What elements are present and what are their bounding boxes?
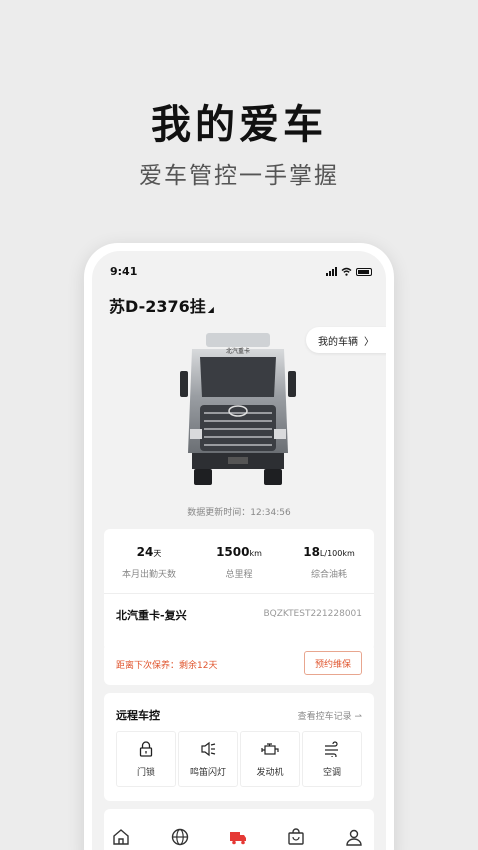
bag-icon[interactable] (286, 827, 306, 847)
vehicle-vin: BQZKTEST221228001 (263, 609, 362, 619)
control-door-lock[interactable]: 门锁 (116, 731, 176, 787)
horn-light-icon (201, 741, 216, 756)
vehicle-stats-card: 24天 本月出勤天数 1500km 总里程 18L/100km 综合油耗 北汽重… (104, 529, 374, 651)
caret-down-icon: ◢ (207, 305, 214, 314)
status-time: 9:41 (110, 265, 138, 278)
stat-attendance-days: 24天 本月出勤天数 (104, 545, 194, 580)
stat-fuel-consumption: 18L/100km 综合油耗 (284, 545, 374, 580)
my-vehicles-label: 我的车辆 (318, 336, 358, 348)
hero-subtitle: 爱车管控一手掌握 (139, 163, 339, 189)
air-conditioner-icon (325, 740, 338, 757)
chevron-right-icon: 〉 (364, 336, 374, 348)
bottom-tab-bar (104, 809, 374, 850)
battery-icon (356, 268, 372, 276)
control-horn-lights[interactable]: 鸣笛闪灯 (178, 731, 238, 787)
control-air-conditioner[interactable]: 空调 (302, 731, 362, 787)
control-engine[interactable]: 发动机 (240, 731, 300, 787)
stat-label: 综合油耗 (310, 570, 347, 580)
my-vehicles-button[interactable]: 我的车辆 〉 (306, 327, 386, 353)
vehicle-plate: 苏D-2376挂 (109, 297, 206, 316)
stat-label: 本月出勤天数 (121, 570, 176, 580)
control-label: 空调 (322, 767, 341, 778)
phone-frame: 9:41 苏D-2376挂 ◢ 我的车辆 〉 北汽重卡 数据更新时间：12:34… (84, 243, 394, 850)
truck-image: 北汽重卡 (180, 333, 296, 485)
stat-unit: L/100km (319, 549, 355, 558)
engine-icon (261, 742, 279, 755)
signal-icon (326, 267, 337, 276)
status-bar: 9:41 (92, 263, 386, 283)
control-grid: 门锁 鸣笛闪灯 发动机 空调 (116, 731, 362, 787)
book-maintenance-button[interactable]: 预约维保 (303, 651, 362, 675)
hero-title: 我的爱车 (151, 102, 327, 148)
app-screen: 9:41 苏D-2376挂 ◢ 我的车辆 〉 北汽重卡 数据更新时间：12:34… (92, 251, 386, 850)
stat-value: 1500 (216, 545, 250, 559)
stat-total-mileage: 1500km 总里程 (194, 545, 284, 580)
vehicle-plate-selector[interactable]: 苏D-2376挂 ◢ (109, 293, 214, 317)
globe-icon[interactable] (170, 827, 190, 847)
stat-label: 总里程 (225, 570, 253, 580)
stat-unit: 天 (153, 549, 162, 558)
remote-control-card: 远程车控 查看控车记录 ⇀ 门锁 鸣笛闪灯 发动机 空调 (104, 693, 374, 801)
truck-icon[interactable] (228, 827, 248, 847)
svg-text:北汽重卡: 北汽重卡 (226, 347, 250, 355)
stat-value: 18 (303, 545, 320, 559)
maintenance-card: 距离下次保养：剩余12天 预约维保 (104, 643, 374, 685)
data-update-time: 数据更新时间：12:34:56 (187, 508, 291, 518)
stat-value: 24 (136, 545, 154, 559)
stat-unit: km (249, 549, 262, 558)
control-label: 鸣笛闪灯 (189, 767, 226, 778)
divider (104, 593, 374, 594)
maintenance-reminder: 距离下次保养：剩余12天 (116, 661, 218, 671)
wifi-icon (341, 267, 352, 276)
user-icon[interactable] (344, 827, 364, 847)
vehicle-model-name: 北汽重卡-复兴 (116, 609, 187, 622)
home-icon[interactable] (111, 827, 131, 847)
remote-control-title: 远程车控 (116, 709, 160, 722)
control-label: 发动机 (256, 767, 284, 778)
lock-icon (139, 740, 153, 757)
status-icons (326, 267, 372, 276)
control-records-link[interactable]: 查看控车记录 ⇀ (298, 709, 362, 722)
control-label: 门锁 (136, 767, 155, 778)
